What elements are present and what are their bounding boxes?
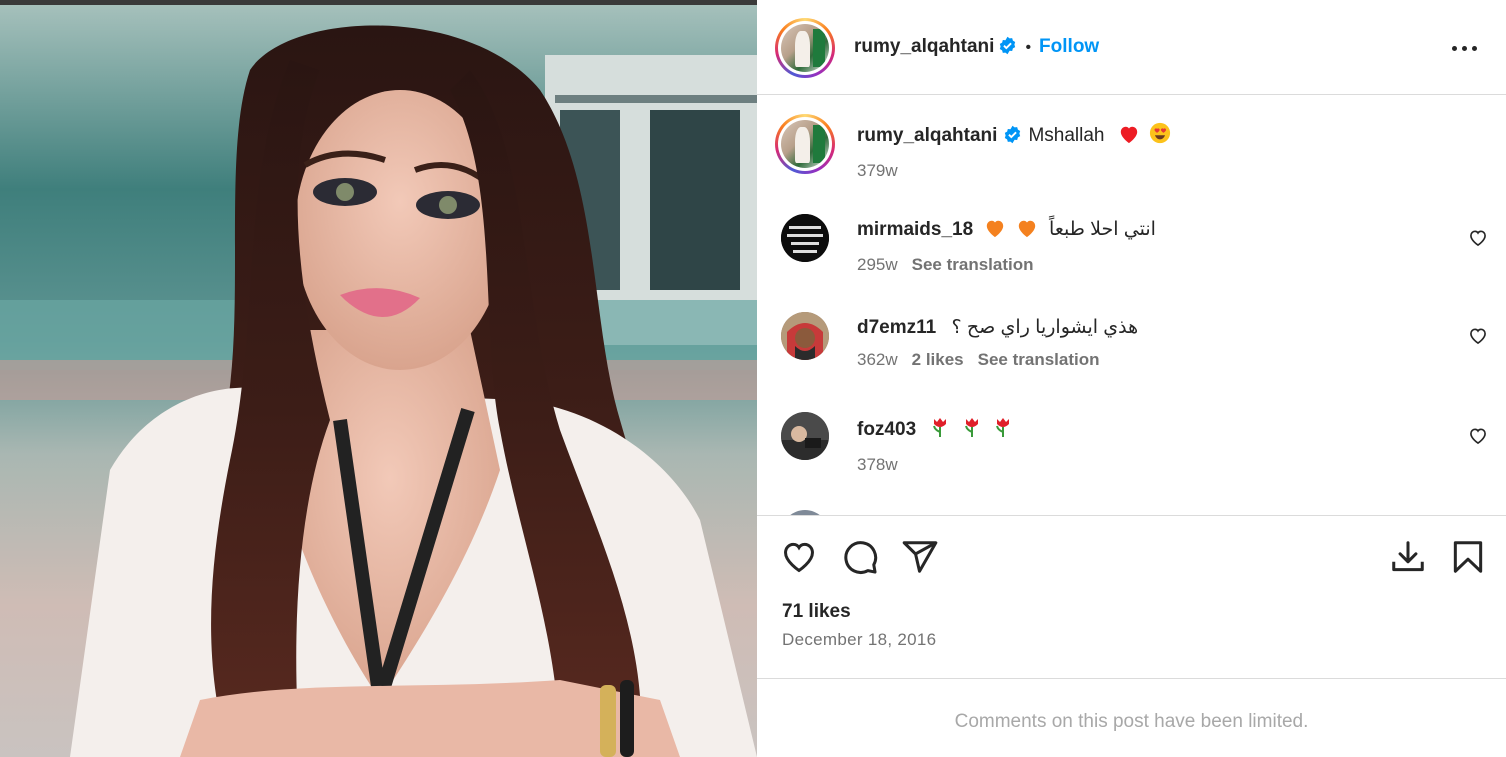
follow-button[interactable]: Follow <box>1039 36 1099 57</box>
orange-heart-icon <box>984 218 1006 245</box>
comment-like-heart-icon[interactable] <box>1468 426 1488 446</box>
caption-author-avatar[interactable] <box>775 114 835 174</box>
comments-limited-notice: Comments on this post have been limited. <box>757 678 1506 757</box>
separator-dot: • <box>1025 39 1032 56</box>
verified-badge-icon <box>998 36 1017 55</box>
author-line: rumy_alqahtani • Follow <box>854 36 1099 58</box>
verified-badge-icon <box>1003 125 1022 144</box>
likes-count[interactable]: 71 likes <box>782 601 851 623</box>
more-options-icon[interactable] <box>1452 36 1478 60</box>
post-header: rumy_alqahtani • Follow <box>757 0 1506 95</box>
comment-time: 362w <box>857 350 898 369</box>
comment-text: انتي احلا طبعاً <box>1049 219 1156 240</box>
post-image[interactable] <box>0 0 757 757</box>
author-avatar[interactable] <box>775 18 835 78</box>
share-icon[interactable] <box>901 538 939 576</box>
tulip-icon <box>931 416 949 445</box>
see-translation-link[interactable]: See translation <box>978 350 1100 369</box>
caption-text: Mshallah <box>1028 125 1105 146</box>
post-actions: 71 likes December 18, 2016 <box>757 515 1506 678</box>
comment-username[interactable]: mirmaids_18 <box>857 219 973 240</box>
red-heart-icon <box>1118 124 1140 151</box>
portrait-illustration <box>0 0 757 757</box>
download-icon[interactable] <box>1389 538 1427 576</box>
commenter-avatar[interactable] <box>781 214 829 262</box>
commenter-avatar[interactable] <box>781 312 829 360</box>
comment-like-heart-icon[interactable] <box>1468 228 1488 248</box>
tulip-icon <box>963 416 981 445</box>
see-translation-link[interactable]: See translation <box>912 255 1034 274</box>
tulip-icon <box>994 416 1012 445</box>
comment-icon[interactable] <box>841 538 879 576</box>
heart-eyes-emoji-icon <box>1149 122 1171 151</box>
caption-time: 379w <box>857 161 898 180</box>
author-username[interactable]: rumy_alqahtani <box>854 36 994 57</box>
comments-list[interactable]: rumy_alqahtani Mshallah 379w mirmaids_18 … <box>757 96 1506 515</box>
heart-icon[interactable] <box>780 538 818 576</box>
comment-like-heart-icon[interactable] <box>1468 326 1488 346</box>
comment-username[interactable]: foz403 <box>857 419 916 440</box>
bookmark-icon[interactable] <box>1449 538 1487 576</box>
post-date: December 18, 2016 <box>782 630 937 649</box>
comment-time: 295w <box>857 255 898 274</box>
caption-username[interactable]: rumy_alqahtani <box>857 125 997 146</box>
orange-heart-icon <box>1016 218 1038 245</box>
comment-text: هذي ايشواريا راي صح ؟ <box>951 317 1139 338</box>
post-details-panel: rumy_alqahtani • Follow rumy_alqahtani Msha… <box>757 0 1506 757</box>
comment-username[interactable]: d7emz11 <box>857 317 936 338</box>
comment-likes-count[interactable]: 2 likes <box>912 350 964 369</box>
commenter-avatar[interactable] <box>781 412 829 460</box>
comment-time: 378w <box>857 455 898 474</box>
